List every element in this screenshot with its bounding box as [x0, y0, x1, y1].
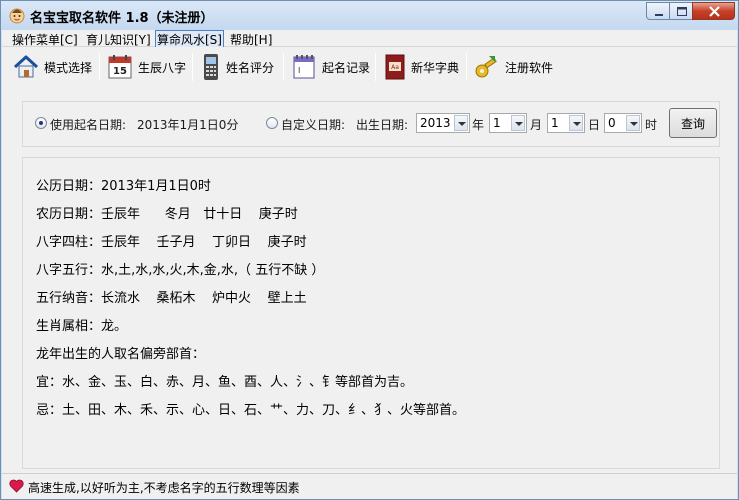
result-line: 八字五行：水,土,水,水,火,木,金,水,（ 五行不缺 ）	[36, 263, 325, 278]
naming-date-value: 2013年1月1日0分	[137, 118, 239, 132]
result-line: 五行纳音：长流水 桑柘木 炉中火 壁上土	[36, 291, 307, 306]
use-naming-date-label: 使用起名日期:	[50, 118, 127, 132]
dictionary-icon: Aa	[385, 54, 405, 80]
home-icon	[13, 55, 39, 78]
status-text: 高速生成,以好听为主,不考虑名字的五行数理等因素	[28, 481, 300, 495]
toolbar-xinhua-dictionary-button[interactable]: Aa 新华字典	[384, 51, 459, 83]
title-bar[interactable]: 名宝宝取名软件 1.8（未注册）	[1, 1, 738, 30]
result-line: 农历日期：壬辰年 冬月 廿十日 庚子时	[36, 207, 298, 222]
svg-text:15: 15	[113, 66, 127, 77]
result-line: 公历日期：2013年1月1日0时	[36, 179, 211, 194]
month-select[interactable]: 1	[489, 113, 527, 133]
hour-select[interactable]: 0	[604, 113, 642, 133]
result-line: 八字四柱：壬辰年 壬子月 丁卯日 庚子时	[36, 235, 307, 250]
radio-selected-dot	[39, 121, 43, 125]
toolbar-separator	[99, 53, 100, 81]
window-title: 名宝宝取名软件 1.8（未注册）	[30, 11, 214, 26]
menu-help[interactable]: 帮助[H]	[230, 31, 272, 48]
chevron-down-icon[interactable]	[569, 115, 583, 131]
toolbar-mode-select-button[interactable]: 模式选择	[13, 51, 92, 83]
toolbar-register-button[interactable]: 注册软件	[474, 51, 553, 83]
phone-icon	[204, 54, 218, 80]
day-unit-label: 日	[588, 118, 601, 132]
use-naming-date-radio[interactable]	[35, 117, 47, 129]
toolbar-name-score-button[interactable]: 姓名评分	[201, 51, 274, 83]
svg-text:Aa: Aa	[391, 64, 399, 71]
toolbar: 模式选择 15 生辰八字 姓名评分 I 起名记录 Aa 新华字典 注册软件	[2, 47, 737, 88]
toolbar-separator	[466, 53, 467, 81]
toolbar-separator	[283, 53, 284, 81]
query-button[interactable]: 查询	[669, 108, 717, 138]
minimize-icon	[655, 14, 663, 16]
main-content: 使用起名日期: 2013年1月1日0分 自定义日期: 出生日期: 2013 年 …	[2, 88, 737, 473]
custom-date-label: 自定义日期:	[281, 118, 346, 132]
toolbar-birth-bazi-button[interactable]: 15 生辰八字	[107, 51, 186, 83]
status-bar: 高速生成,以好听为主,不考虑名字的五行数理等因素	[2, 473, 737, 499]
hour-unit-label: 时	[645, 118, 658, 132]
year-unit-label: 年	[472, 118, 485, 132]
result-line: 宜：水、金、玉、白、赤、月、鱼、酉、人、氵、钅等部首为吉。	[36, 375, 414, 390]
year-select[interactable]: 2013	[416, 113, 470, 133]
menu-parenting[interactable]: 育儿知识[Y]	[86, 31, 151, 48]
date-query-panel: 使用起名日期: 2013年1月1日0分 自定义日期: 出生日期: 2013 年 …	[22, 101, 720, 147]
key-icon	[475, 56, 497, 78]
result-line: 龙年出生的人取名偏旁部首：	[36, 347, 206, 362]
close-button[interactable]	[692, 2, 735, 20]
heart-icon	[9, 479, 24, 493]
chevron-down-icon[interactable]	[511, 115, 525, 131]
toolbar-naming-records-button[interactable]: I 起名记录	[291, 51, 370, 83]
baby-face-icon	[9, 8, 25, 24]
menu-bar: 操作菜单[C] 育儿知识[Y] 算命风水[S] 帮助[H]	[2, 30, 737, 49]
month-unit-label: 月	[530, 118, 543, 132]
notepad-icon: I	[293, 55, 315, 79]
close-icon	[709, 6, 720, 17]
app-window: 名宝宝取名软件 1.8（未注册） 操作菜单[C] 育儿知识[Y] 算命风水[S]…	[0, 0, 739, 500]
custom-date-radio[interactable]	[266, 117, 278, 129]
toolbar-separator	[192, 53, 193, 81]
birth-date-label: 出生日期:	[356, 118, 409, 132]
calendar-icon: 15	[108, 55, 132, 79]
result-line: 忌：土、田、木、禾、示、心、日、石、艹、力、刀、纟、犭、火等部首。	[36, 403, 466, 418]
day-select[interactable]: 1	[547, 113, 585, 133]
chevron-down-icon[interactable]	[626, 115, 640, 131]
result-panel: 公历日期：2013年1月1日0时 农历日期：壬辰年 冬月 廿十日 庚子时 八字四…	[22, 157, 720, 469]
maximize-button[interactable]	[669, 2, 693, 20]
toolbar-separator	[375, 53, 376, 81]
chevron-down-icon[interactable]	[454, 115, 468, 131]
minimize-button[interactable]	[646, 2, 670, 20]
menu-operations[interactable]: 操作菜单[C]	[12, 31, 78, 48]
svg-text:I: I	[298, 66, 300, 75]
maximize-icon	[677, 7, 687, 16]
result-line: 生肖属相：龙。	[36, 319, 128, 334]
